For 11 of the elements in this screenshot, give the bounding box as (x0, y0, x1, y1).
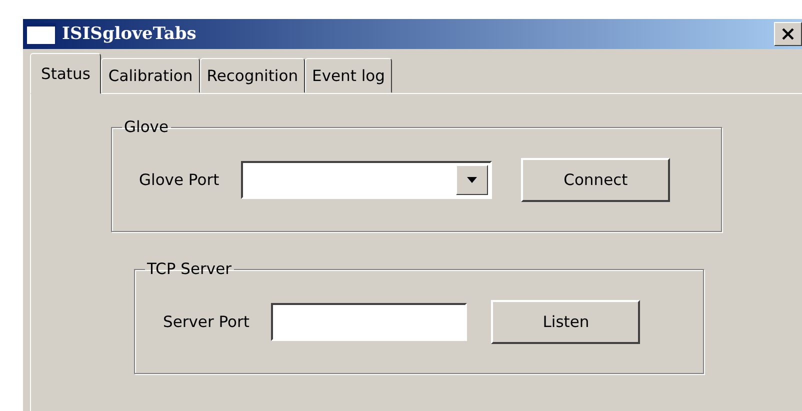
action-button[interactable]: Listen (491, 300, 640, 344)
field-label: Server Port (163, 313, 250, 331)
tab[interactable]: Recognition (200, 58, 306, 93)
action-button[interactable]: Connect (521, 158, 670, 202)
tab[interactable]: Event log (305, 58, 392, 93)
group-title: Glove (123, 118, 170, 136)
tab[interactable]: Status (30, 53, 102, 94)
window-title: ISISgloveTabs (62, 24, 198, 44)
group-title: TCP Server (146, 260, 232, 278)
tab[interactable]: Calibration (101, 58, 200, 93)
field-label: Glove Port (139, 171, 220, 189)
